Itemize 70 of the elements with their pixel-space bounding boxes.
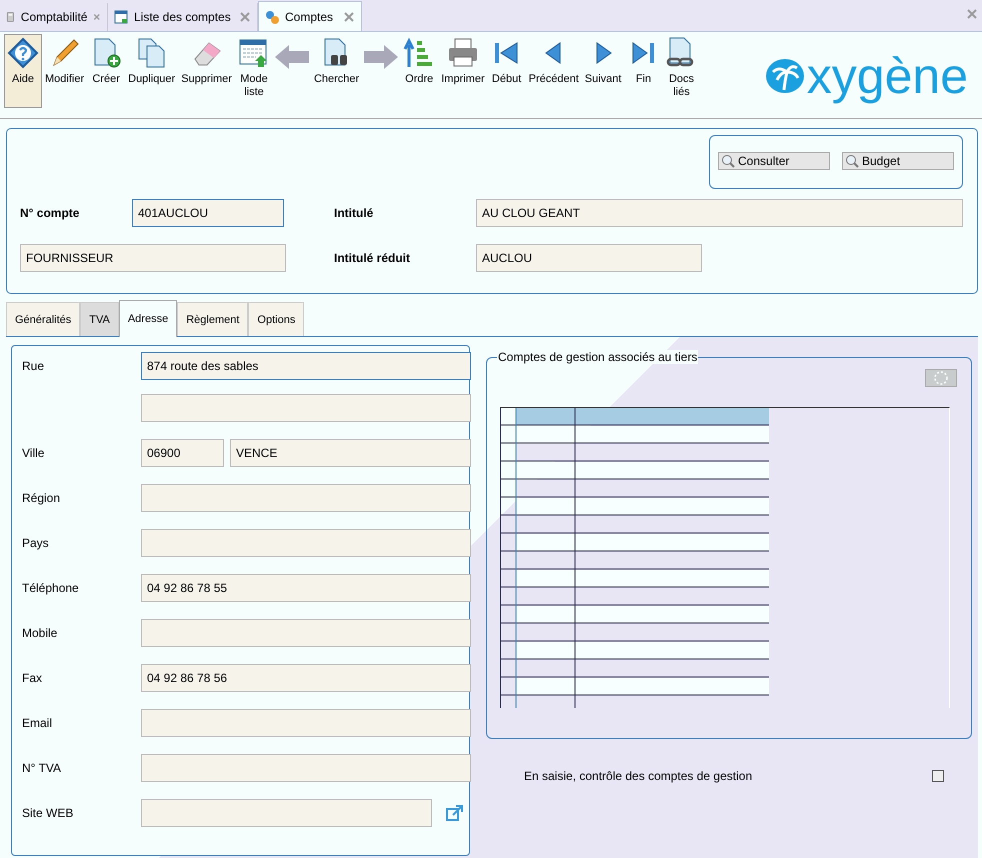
field-label: Email [22, 716, 54, 730]
list-icon [114, 9, 128, 25]
close-icon[interactable] [343, 10, 355, 22]
input-field[interactable] [141, 619, 471, 647]
field-label: Fax [22, 671, 44, 685]
field-label: Pays [22, 536, 50, 550]
close-icon[interactable] [93, 11, 101, 23]
input-field[interactable]: FOURNISSEUR [20, 244, 286, 272]
tab[interactable]: Options [248, 302, 304, 336]
input-field[interactable] [141, 754, 471, 782]
toolbar-button[interactable]: Dupliquer [125, 34, 178, 108]
field-label: Rue [22, 359, 46, 373]
field-label: Région [22, 491, 62, 505]
field-label: N° TVA [22, 761, 62, 775]
input-field[interactable]: 04 92 86 78 55 [141, 574, 471, 602]
toolbar-button[interactable]: Précédent [526, 34, 582, 108]
input-field[interactable]: VENCE [230, 439, 471, 467]
logo-text: xygène [806, 47, 968, 106]
close-icon[interactable] [239, 11, 251, 23]
document-tab[interactable]: Comptabilité [0, 3, 108, 31]
field-label: Téléphone [22, 581, 80, 595]
input-field[interactable] [141, 529, 471, 557]
field-label: Intitulé [334, 206, 374, 220]
checkbox-label: En saisie, contrôle des comptes de gestion [524, 769, 752, 783]
dotted-circle-icon [932, 370, 950, 386]
toolbar-button[interactable]: Aide [4, 34, 42, 108]
input-field[interactable]: 06900 [141, 439, 224, 467]
input-field[interactable]: 401AUCLOU [132, 199, 284, 227]
tab[interactable]: Règlement [177, 302, 248, 336]
toolbar-button[interactable]: Modifier [42, 34, 88, 108]
document-tab[interactable]: Comptes [258, 1, 362, 31]
tab[interactable]: Adresse [118, 300, 178, 337]
toolbar-button[interactable]: Imprimer [438, 34, 488, 108]
field-label: Mobile [22, 626, 58, 640]
field-label: Site WEB [22, 806, 74, 820]
input-field[interactable] [141, 394, 471, 422]
panel-button[interactable]: Budget [842, 152, 954, 170]
toolbar-button[interactable]: Début [488, 34, 526, 108]
panel-button[interactable]: Consulter [718, 152, 830, 170]
close-icon[interactable] [966, 8, 978, 20]
input-field[interactable] [141, 484, 471, 512]
field-label: N° compte [20, 206, 80, 220]
tab[interactable]: Généralités [6, 302, 80, 336]
tab[interactable]: TVA [80, 302, 119, 336]
toolbar-button[interactable]: Docs liés [662, 34, 700, 108]
toolbar-icon [7, 37, 39, 69]
field-label: Ville [22, 446, 46, 460]
open-link-icon[interactable] [446, 804, 464, 822]
toolbar-button[interactable]: Fin [624, 34, 662, 108]
field-label: Intitulé réduit [334, 251, 411, 265]
magnifier-icon [845, 154, 859, 168]
toolbar-button[interactable]: Suivant [582, 34, 624, 108]
toolbar-button[interactable]: Chercher [310, 34, 362, 108]
input-field[interactable] [141, 709, 471, 737]
toolbar-button[interactable]: Ordre [400, 34, 438, 108]
group-title: Comptes de gestion associés au tiers [497, 350, 698, 364]
toolbar-icon [446, 37, 479, 69]
toolbar-icon [238, 37, 270, 69]
palm-icon [764, 58, 805, 94]
checkbox[interactable] [932, 770, 944, 782]
toolbar-button[interactable]: Supprimer [178, 34, 235, 108]
input-field[interactable]: AUCLOU [476, 244, 702, 272]
refresh-button[interactable] [925, 369, 957, 387]
toolbar-button[interactable]: Mode liste [234, 34, 273, 108]
input-field[interactable] [141, 799, 432, 827]
input-field[interactable]: 04 92 86 78 56 [141, 664, 471, 692]
toolbar-button[interactable]: Créer [87, 34, 126, 108]
magnifier-icon [721, 154, 735, 168]
input-field[interactable]: AU CLOU GEANT [476, 199, 963, 227]
input-field[interactable]: 874 route des sables [141, 352, 471, 380]
